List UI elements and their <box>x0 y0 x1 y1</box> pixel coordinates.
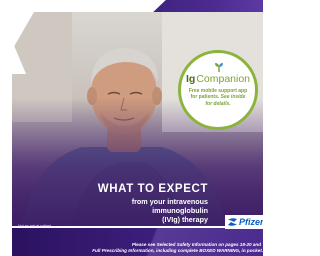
companion-copy: Free mobile support app for patients. Se… <box>187 88 249 107</box>
subtitle: from your intravenous immunoglobulin (IV… <box>80 197 208 225</box>
companion-brand: IgCompanion <box>181 73 255 85</box>
badge-line-3: See inside <box>220 94 246 101</box>
companion-leaf-icon <box>215 63 223 72</box>
photo-disclaimer: Not an actual patient. <box>18 224 52 228</box>
brochure-cover: IgCompanion Free mobile support app for … <box>0 0 263 256</box>
safety-note-line-1: Please see Selected Safety Information o… <box>131 242 261 247</box>
page-title: WHAT TO EXPECT <box>97 183 208 195</box>
corner-shape-inner <box>12 12 34 50</box>
pfizer-logo: Pfizer <box>225 215 263 229</box>
companion-badge: IgCompanion Free mobile support app for … <box>178 50 258 130</box>
badge-line-4: for details. <box>205 100 231 107</box>
brand-name: Companion <box>196 73 251 85</box>
badge-line-2: for patients. <box>190 94 220 101</box>
safety-note-line-2: Full Prescribing Information, including … <box>92 248 263 253</box>
subtitle-line-3: (IVIg) therapy <box>162 215 208 225</box>
pfizer-wordmark: Pfizer <box>239 217 263 227</box>
brand-prefix: Ig <box>185 73 196 85</box>
subtitle-line-1: from your intravenous <box>131 197 208 206</box>
pfizer-logo-icon <box>228 218 237 226</box>
subtitle-line-2: immunoglobulin <box>152 206 208 216</box>
